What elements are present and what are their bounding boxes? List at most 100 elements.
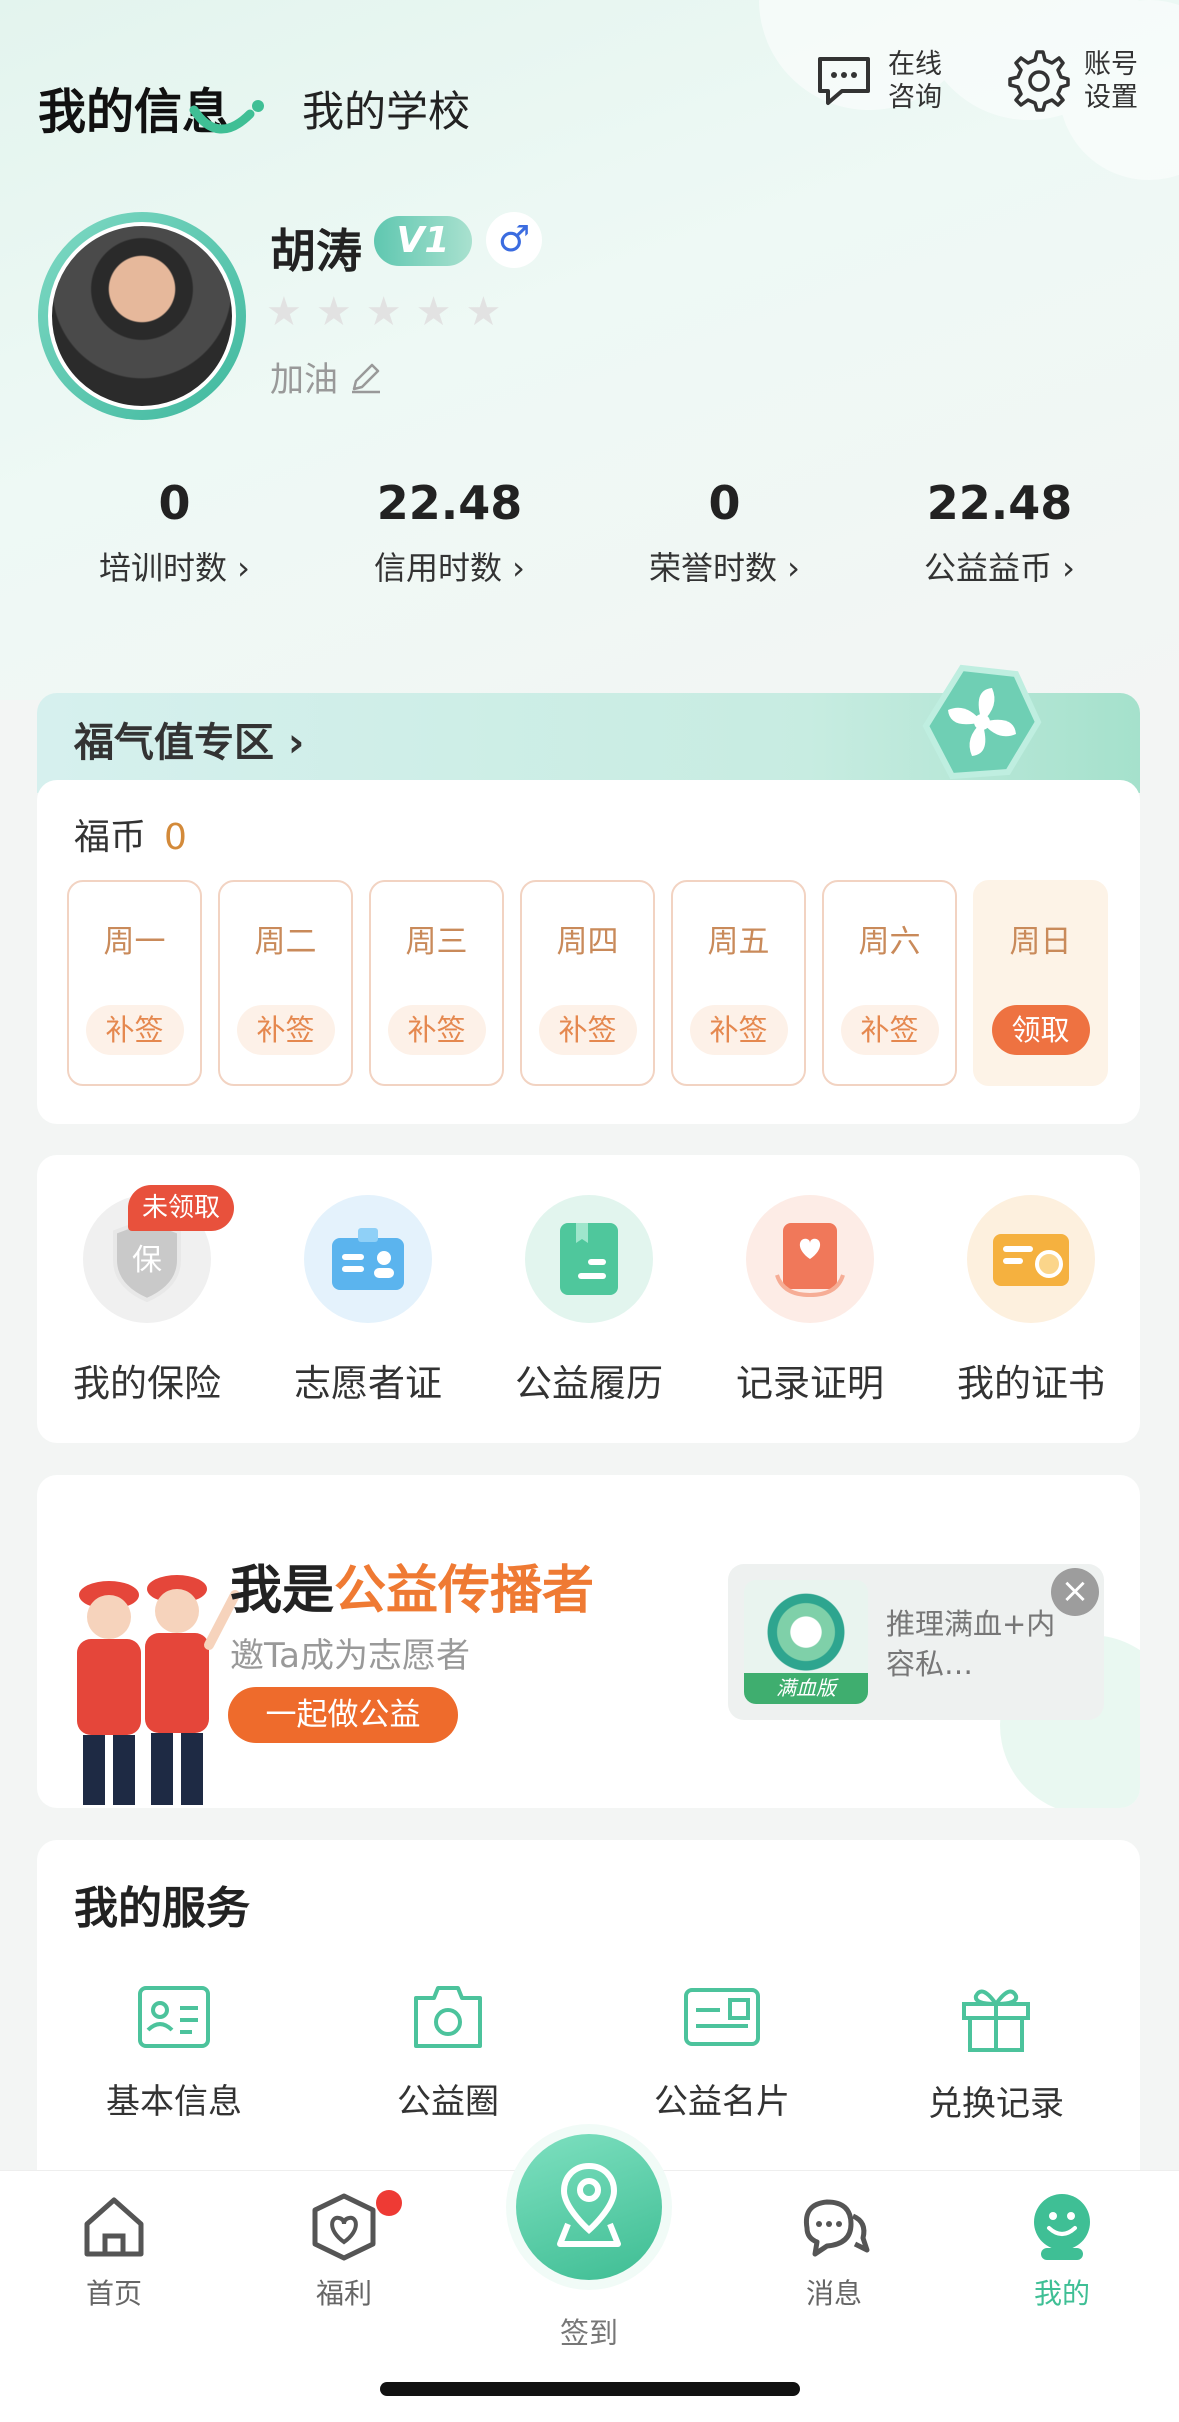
stat-value: 22.48 bbox=[376, 476, 523, 530]
makeup-checkin-button[interactable]: 补签 bbox=[236, 1005, 335, 1055]
ad-close-icon[interactable]: × bbox=[1051, 1568, 1099, 1616]
stat-credit-hours[interactable]: 22.48 信用时数 › bbox=[312, 475, 587, 589]
exchange-records-button[interactable]: 兑换记录 bbox=[896, 1982, 1096, 2125]
location-pin-icon bbox=[557, 2162, 621, 2247]
star-icon: ★ bbox=[465, 289, 502, 335]
tool-label: 我的证书 bbox=[957, 1362, 1105, 1405]
edit-pencil-icon[interactable] bbox=[348, 359, 384, 395]
tool-label: 我的保险 bbox=[73, 1362, 221, 1405]
charity-namecard-button[interactable]: 公益名片 bbox=[622, 1982, 822, 2123]
day-card-fri[interactable]: 周五 补签 bbox=[671, 880, 806, 1086]
account-settings-label: 账号设置 bbox=[1084, 49, 1138, 113]
day-label: 周一 bbox=[103, 924, 166, 960]
gear-icon bbox=[1008, 50, 1070, 112]
star-icon: ★ bbox=[365, 289, 402, 335]
stats-row: 0 培训时数 › 22.48 信用时数 › 0 荣誉时数 › 22.48 公益益币 › bbox=[0, 475, 1179, 589]
level-badge: V1 bbox=[374, 216, 472, 266]
stat-honor-hours[interactable]: 0 荣誉时数 › bbox=[587, 475, 862, 589]
home-indicator bbox=[380, 2382, 800, 2396]
service-label: 基本信息 bbox=[106, 2082, 242, 2122]
day-label: 周三 bbox=[405, 924, 468, 960]
motto-row[interactable]: 加油 bbox=[270, 352, 384, 401]
day-label: 周日 bbox=[1009, 924, 1072, 960]
stat-label: 荣誉时数 › bbox=[649, 549, 800, 587]
banner-title: 我是公益传播者 bbox=[230, 1548, 594, 1623]
basic-info-button[interactable]: 基本信息 bbox=[74, 1982, 274, 2123]
ad-text: 推理满血+内容私… bbox=[886, 1607, 1056, 1681]
fortune-zone-title[interactable]: 福气值专区 › bbox=[74, 710, 304, 768]
volunteer-card-button[interactable]: 志愿者证 bbox=[263, 1195, 473, 1407]
day-card-sun[interactable]: 周日 领取 bbox=[973, 880, 1108, 1086]
makeup-checkin-button[interactable]: 补签 bbox=[689, 1005, 788, 1055]
smile-underline-icon bbox=[189, 100, 264, 134]
service-label: 公益圈 bbox=[397, 2082, 499, 2122]
tab-my-school[interactable]: 我的学校 bbox=[302, 78, 470, 139]
banner-subtitle: 邀Ta成为志愿者 bbox=[230, 1636, 470, 1676]
message-bubbles-icon bbox=[803, 2199, 870, 2257]
tab-home[interactable]: 首页 bbox=[44, 2192, 184, 2312]
avatar-photo bbox=[48, 222, 236, 410]
online-consult-label: 在线咨询 bbox=[888, 49, 942, 113]
checkin-label: 签到 bbox=[559, 2316, 618, 2350]
day-label: 周五 bbox=[707, 924, 770, 960]
charity-circle-button[interactable]: 公益圈 bbox=[348, 1982, 548, 2123]
certificate-icon bbox=[967, 1195, 1095, 1323]
avatar[interactable] bbox=[38, 212, 246, 420]
stat-label: 公益益币 › bbox=[924, 549, 1075, 587]
star-icon: ★ bbox=[415, 289, 452, 335]
makeup-checkin-button[interactable]: 补签 bbox=[840, 1005, 939, 1055]
tool-label: 公益履历 bbox=[515, 1362, 663, 1405]
stat-value: 0 bbox=[708, 476, 741, 530]
motto-text: 加油 bbox=[270, 360, 338, 400]
chat-bubble-icon bbox=[818, 57, 870, 105]
tab-mine[interactable]: 我的 bbox=[992, 2192, 1132, 2312]
day-card-tue[interactable]: 周二 补签 bbox=[218, 880, 353, 1086]
banner-title-highlight: 公益传播者 bbox=[334, 1561, 595, 1621]
checkin-button[interactable] bbox=[516, 2134, 662, 2280]
account-settings-button[interactable]: 账号设置 bbox=[1006, 48, 1144, 114]
camera-icon bbox=[414, 1986, 482, 2048]
tab-label: 首页 bbox=[85, 2277, 142, 2310]
pinwheel-hexagon-icon bbox=[922, 664, 1042, 780]
day-label: 周四 bbox=[556, 924, 619, 960]
gift-icon bbox=[962, 1989, 1030, 2052]
star-icon: ★ bbox=[315, 289, 352, 335]
day-card-sat[interactable]: 周六 补签 bbox=[822, 880, 957, 1086]
tool-label: 记录证明 bbox=[736, 1362, 884, 1405]
my-certificate-button[interactable]: 我的证书 bbox=[926, 1195, 1136, 1407]
user-name: 胡涛 bbox=[270, 224, 362, 278]
makeup-checkin-button[interactable]: 补签 bbox=[85, 1005, 184, 1055]
day-label: 周六 bbox=[858, 924, 921, 960]
tab-messages[interactable]: 消息 bbox=[764, 2192, 904, 2312]
insurance-glyph: 保 bbox=[132, 1243, 162, 1278]
male-gender-icon: ♂ bbox=[486, 212, 542, 268]
day-label: 周二 bbox=[254, 924, 317, 960]
home-icon bbox=[84, 2197, 144, 2257]
charity-history-button[interactable]: 公益履历 bbox=[484, 1195, 694, 1407]
stat-charity-coins[interactable]: 22.48 公益益币 › bbox=[862, 475, 1137, 589]
resume-book-icon bbox=[525, 1195, 653, 1323]
makeup-checkin-button[interactable]: 补签 bbox=[538, 1005, 637, 1055]
fortune-coin-label: 福币 bbox=[74, 817, 147, 858]
claim-button[interactable]: 领取 bbox=[991, 1005, 1090, 1055]
notification-dot bbox=[376, 2190, 402, 2216]
weekly-checkin-row: 周一补签 周二补签 周三补签 周四补签 周五补签 周六补签 周日领取 bbox=[67, 880, 1108, 1086]
volunteers-illustration-icon bbox=[77, 1575, 240, 1805]
stat-label: 培训时数 › bbox=[99, 549, 250, 587]
day-card-wed[interactable]: 周三 补签 bbox=[369, 880, 504, 1086]
makeup-checkin-button[interactable]: 补签 bbox=[387, 1005, 486, 1055]
banner-title-prefix: 我是 bbox=[230, 1561, 335, 1621]
online-consult-button[interactable]: 在线咨询 bbox=[812, 48, 948, 114]
day-card-mon[interactable]: 周一 补签 bbox=[67, 880, 202, 1086]
join-charity-button[interactable]: 一起做公益 bbox=[228, 1687, 458, 1743]
tool-label: 志愿者证 bbox=[294, 1362, 442, 1405]
profile-card-icon bbox=[138, 1986, 210, 2048]
tab-label: 福利 bbox=[315, 2277, 372, 2310]
star-icon: ★ bbox=[266, 289, 302, 335]
stat-training-hours[interactable]: 0 培训时数 › bbox=[37, 475, 312, 589]
record-certificate-button[interactable]: 记录证明 bbox=[705, 1195, 915, 1407]
fortune-coin-value: 0 bbox=[164, 817, 187, 858]
day-card-thu[interactable]: 周四 补签 bbox=[520, 880, 655, 1086]
heart-shield-icon bbox=[312, 2193, 376, 2261]
fortune-coin-row: 福币 0 bbox=[74, 808, 187, 860]
